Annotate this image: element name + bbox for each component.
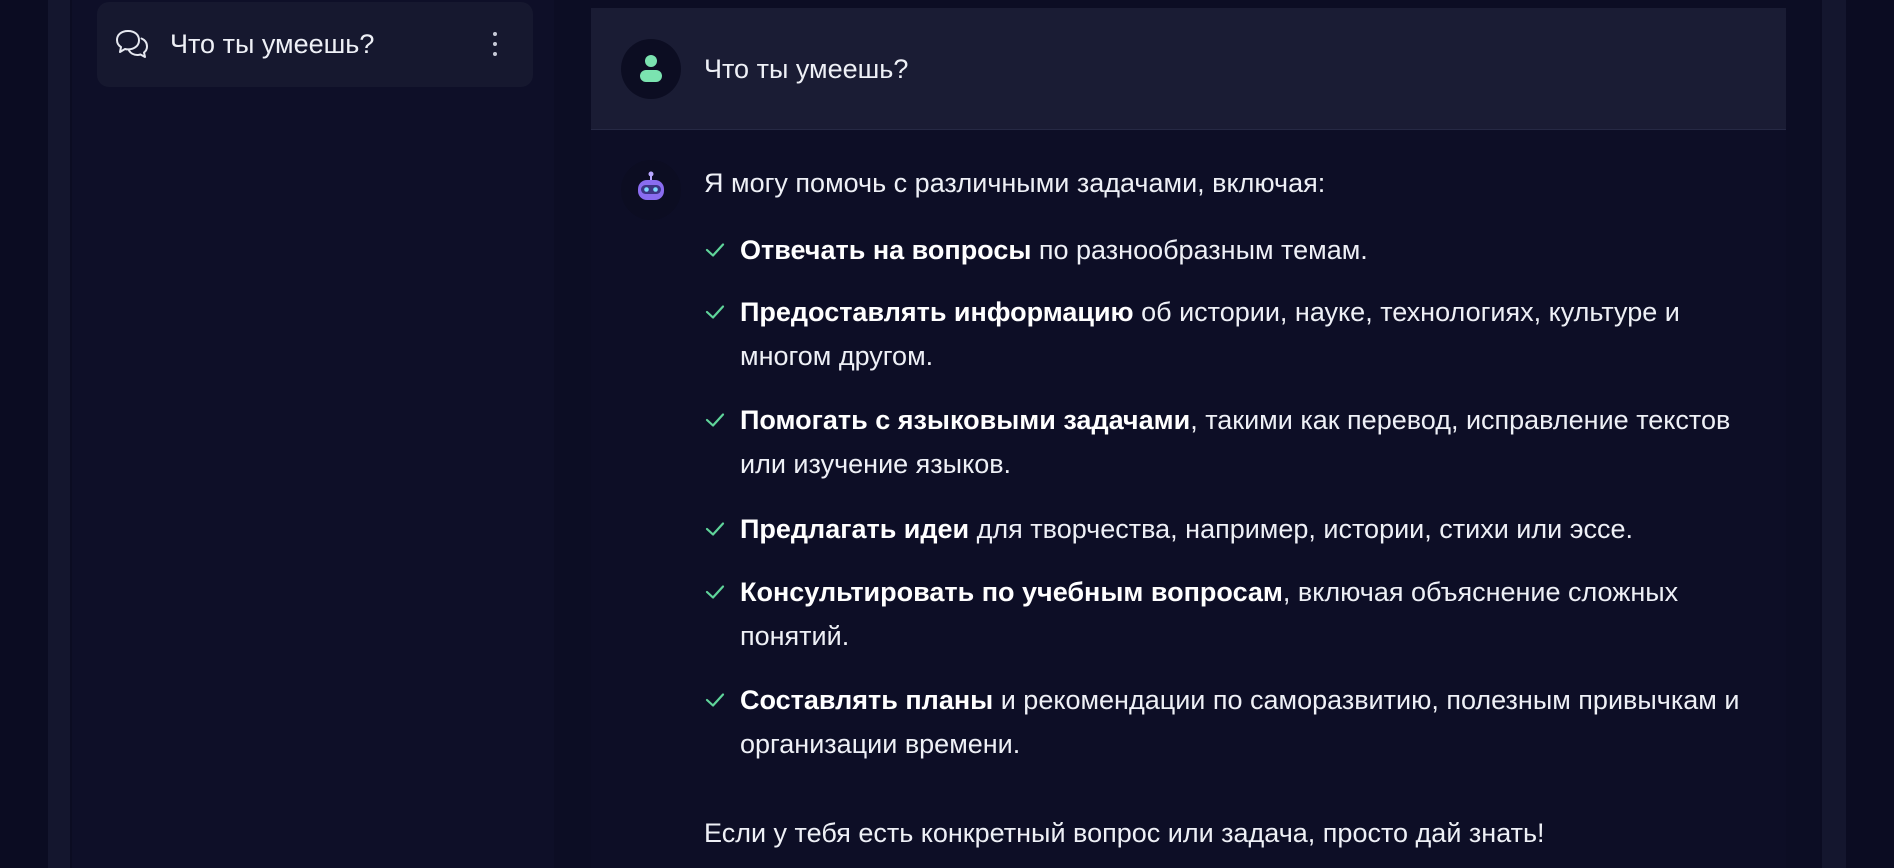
check-icon	[705, 522, 725, 536]
chat-bubbles-icon	[115, 28, 149, 60]
check-icon	[705, 693, 725, 707]
robot-icon	[638, 171, 664, 200]
bot-outro-text: Если у тебя есть конкретный вопрос или з…	[704, 818, 1545, 848]
item-rest: для творчества, например, истории, стихи…	[969, 514, 1633, 544]
item-rest: по разнообразным темам.	[1031, 235, 1368, 265]
bot-intro-text: Я могу помочь с различными задачами, вкл…	[704, 168, 1326, 198]
item-bold: Предлагать идеи	[740, 514, 970, 544]
item-bold: Составлять планы	[740, 685, 994, 715]
check-icon	[705, 413, 725, 427]
item-bold: Консультировать по учебным вопросам	[740, 577, 1283, 607]
item-bold: Отвечать на вопросы	[740, 235, 1032, 265]
item-bold: Помогать с языковыми задачами	[740, 405, 1191, 435]
chat-title: Что ты умеешь?	[170, 29, 375, 59]
user-icon	[640, 55, 662, 82]
user-message: Что ты умеешь?	[591, 8, 1786, 130]
user-avatar	[621, 39, 681, 99]
check-icon	[705, 243, 725, 257]
more-vertical-icon[interactable]	[489, 28, 501, 60]
left-frame-border	[48, 0, 70, 868]
bot-avatar	[621, 160, 681, 220]
check-icon	[705, 305, 725, 319]
sidebar-chat-item[interactable]: Что ты умеешь?	[97, 2, 533, 87]
item-bold: Предоставлять информацию	[740, 297, 1134, 327]
check-icon	[705, 585, 725, 599]
sidebar	[72, 0, 554, 868]
user-message-text: Что ты умеешь?	[704, 54, 909, 84]
right-frame-border	[1822, 0, 1846, 868]
